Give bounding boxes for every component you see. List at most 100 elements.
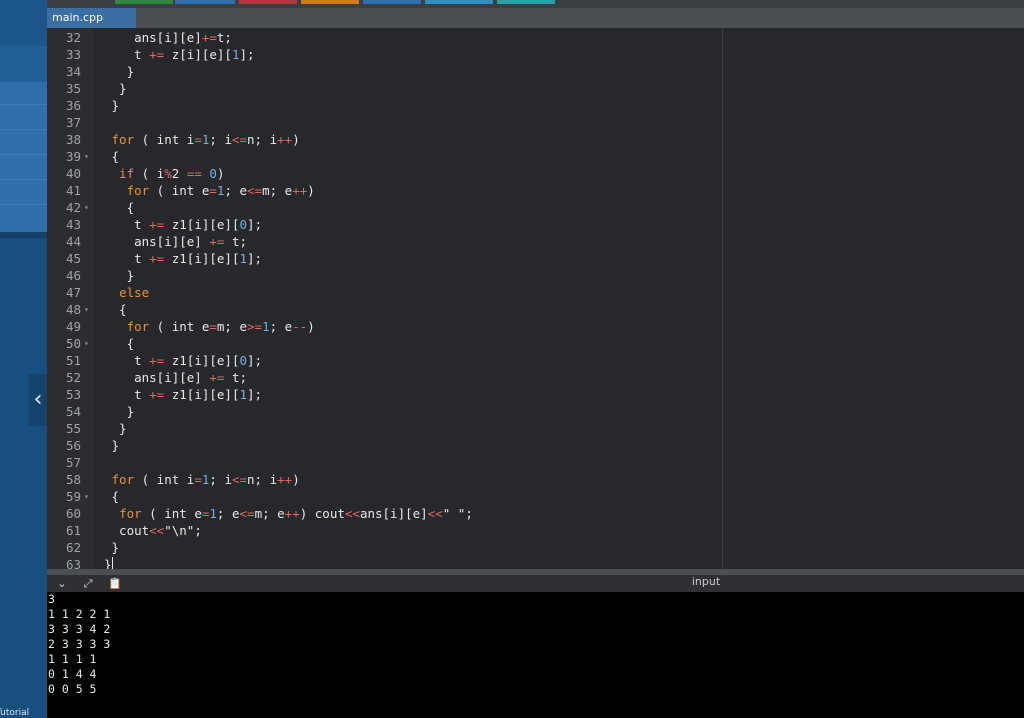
code-line[interactable]: 62 } (47, 539, 1024, 556)
tab-main-cpp[interactable]: main.cpp (47, 8, 136, 28)
code-text: t += z[i][e][1]; (104, 46, 254, 63)
clipboard-icon[interactable]: 📋 (107, 575, 123, 592)
code-token: } (104, 64, 135, 79)
line-number: 37 (65, 115, 81, 130)
code-token: ans[i][e] (104, 370, 210, 385)
code-line[interactable]: 48 ▾ { (47, 301, 1024, 318)
console-line: 3 3 3 4 2 (48, 622, 111, 636)
line-number: 48 (65, 302, 81, 317)
code-line[interactable]: 51 t += z1[i][e][0]; (47, 352, 1024, 369)
expand-arrows-icon[interactable]: ⤢ (80, 575, 96, 592)
code-line[interactable]: 47 else (47, 284, 1024, 301)
chevron-left-icon[interactable]: ‹ (29, 374, 47, 426)
code-line[interactable]: 42 ▾ { (47, 199, 1024, 216)
top-color-tab[interactable] (239, 0, 297, 4)
top-color-tab[interactable] (79, 0, 109, 4)
code-token: } (104, 268, 135, 283)
sidebar-menu[interactable] (0, 82, 47, 232)
code-token: ++ (277, 132, 293, 147)
code-text: else (104, 284, 149, 301)
code-line[interactable]: 38 for ( int i=1; i<=n; i++) (47, 131, 1024, 148)
line-number: 39 (65, 149, 81, 164)
sidebar-divider (0, 204, 47, 205)
fold-arrow-icon[interactable]: ▾ (84, 335, 89, 352)
code-line[interactable]: 61 cout<<"\n"; (47, 522, 1024, 539)
top-color-tab[interactable] (363, 0, 421, 4)
console-output[interactable]: 31 1 2 2 13 3 3 4 22 3 3 3 31 1 1 10 1 4… (47, 592, 1024, 718)
code-token: ) (307, 183, 315, 198)
code-token: "\n"; (164, 523, 202, 538)
code-token: z1[i][e][ (164, 251, 240, 266)
code-token: += (149, 387, 165, 402)
fold-arrow-icon[interactable]: ▾ (84, 199, 89, 216)
code-line[interactable]: 57 (47, 454, 1024, 471)
code-token: += (149, 47, 165, 62)
code-token: 2 (171, 166, 187, 181)
line-number: 63 (65, 557, 81, 569)
code-line[interactable]: 40 if ( i%2 == 0) (47, 165, 1024, 182)
fold-arrow-icon[interactable]: ▾ (84, 488, 89, 505)
code-text: ans[i][e] += t; (104, 369, 247, 386)
code-line[interactable]: 45 t += z1[i][e][1]; (47, 250, 1024, 267)
top-color-tab[interactable] (425, 0, 493, 4)
code-token: % (164, 166, 172, 181)
code-token: ; i (209, 472, 232, 487)
code-line[interactable]: 50 ▾ { (47, 335, 1024, 352)
code-line[interactable]: 53 t += z1[i][e][1]; (47, 386, 1024, 403)
code-line[interactable]: 55 } (47, 420, 1024, 437)
sidebar-block (0, 46, 47, 82)
code-line[interactable]: 43 t += z1[i][e][0]; (47, 216, 1024, 233)
code-token: ]; (247, 217, 263, 232)
fold-arrow-icon[interactable]: ▾ (84, 301, 89, 318)
code-text: t += z1[i][e][0]; (104, 352, 262, 369)
code-line[interactable]: 58 for ( int i=1; i<=n; i++) (47, 471, 1024, 488)
code-token: ( i (134, 166, 165, 181)
code-text: ans[i][e]+=t; (104, 29, 232, 46)
fold-arrow-icon[interactable]: ▾ (84, 148, 89, 165)
code-token: ) (292, 472, 300, 487)
code-line[interactable]: 36 } (47, 97, 1024, 114)
code-line[interactable]: 41 for ( int e=1; e<=m; e++) (47, 182, 1024, 199)
code-line[interactable]: 33 t += z[i][e][1]; (47, 46, 1024, 63)
code-line[interactable]: 49 for ( int e=m; e>=1; e--) (47, 318, 1024, 335)
code-token: = (209, 183, 217, 198)
code-text: { (104, 148, 120, 165)
code-line[interactable]: 32 ans[i][e]+=t; (47, 29, 1024, 46)
top-color-tab[interactable] (497, 0, 555, 4)
code-token: t; (216, 30, 232, 45)
code-line[interactable]: 37 (47, 114, 1024, 131)
code-line[interactable]: 34 } (47, 63, 1024, 80)
code-line[interactable]: 44 ans[i][e] += t; (47, 233, 1024, 250)
line-number: 56 (65, 438, 81, 453)
code-text: for ( int i=1; i<=n; i++) (104, 471, 300, 488)
code-line[interactable]: 52 ans[i][e] += t; (47, 369, 1024, 386)
code-line[interactable]: 56 } (47, 437, 1024, 454)
code-line[interactable]: 35 } (47, 80, 1024, 97)
code-token: ) (292, 132, 300, 147)
code-token: ; e (269, 319, 293, 334)
code-token: = (194, 132, 202, 147)
code-line[interactable]: 54 } (47, 403, 1024, 420)
top-color-tab[interactable] (115, 0, 173, 4)
sidebar-divider (0, 104, 47, 105)
top-color-tab[interactable] (175, 0, 235, 4)
line-number: 49 (65, 319, 81, 334)
chevron-down-icon[interactable]: ⌄ (54, 575, 70, 592)
code-line[interactable]: 63} (47, 556, 1024, 569)
code-token: { (104, 302, 127, 317)
code-line[interactable]: 39 ▾ { (47, 148, 1024, 165)
sidebar-tutorial-link[interactable]: Tutorial (0, 708, 29, 718)
code-token: z1[i][e][ (164, 217, 240, 232)
code-token: for (126, 183, 150, 198)
code-token: 1 (239, 251, 248, 266)
code-token: += (209, 370, 225, 385)
code-line[interactable]: 46 } (47, 267, 1024, 284)
top-color-tab[interactable] (301, 0, 359, 4)
code-token: ( int i (134, 132, 195, 147)
code-editor[interactable]: 32 ans[i][e]+=t; 33 t += z[i][e][1]; 34 } 3… (47, 28, 1024, 569)
code-line[interactable]: 59 ▾ { (47, 488, 1024, 505)
code-text: } (104, 97, 120, 114)
code-line[interactable]: 60 for ( int e=1; e<=m; e++) cout<<ans[i… (47, 505, 1024, 522)
